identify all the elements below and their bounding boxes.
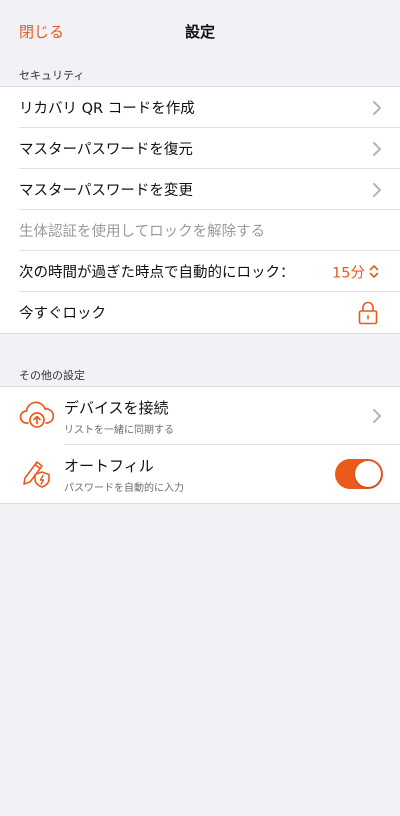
row-label: マスターパスワードを変更 [19,183,193,199]
autofill-toggle[interactable] [335,459,383,489]
row-title: オートフィル [64,457,154,475]
chevron-right-icon [373,100,381,115]
chevron-right-icon [373,409,381,423]
row-label: 生体認証を使用してロックを解除する [19,224,266,240]
row-label: 次の時間が過ぎた時点で自動的にロック： [19,265,295,281]
auto-lock-value-text: 15分 [332,265,365,281]
pencil-shield-icon [23,461,50,488]
navigation-bar: 閉じる 設定 [0,0,400,60]
row-subtitle: リストを一緒に同期する [64,425,174,436]
row-label: 今すぐロック [19,306,106,322]
chevron-right-icon [373,182,381,197]
auto-lock-value[interactable]: 15分 [332,261,379,282]
cloud-sync-icon [19,401,55,428]
biometric-unlock-row: 生体認証を使用してロックを解除する [0,210,400,251]
section-header-security: セキュリティ [19,69,85,82]
autofill-row: オートフィル パスワードを自動的に入力 [0,445,400,503]
section-header-other: その他の設定 [19,369,85,382]
lock-icon [358,301,378,324]
restore-master-password-row[interactable]: マスターパスワードを復元 [0,128,400,169]
change-master-password-row[interactable]: マスターパスワードを変更 [0,169,400,210]
auto-lock-row[interactable]: 次の時間が過ぎた時点で自動的にロック： 15分 [0,251,400,292]
connect-device-row[interactable]: デバイスを接続 リストを一緒に同期する [0,387,400,445]
row-label: マスターパスワードを復元 [19,142,193,158]
row-subtitle: パスワードを自動的に入力 [64,483,184,494]
chevron-right-icon [373,141,381,156]
security-group: リカバリ QR コードを作成 マスターパスワードを復元 マスターパスワードを変更… [0,86,400,334]
chevron-updown-icon [369,265,379,278]
create-recovery-qr-row[interactable]: リカバリ QR コードを作成 [0,87,400,128]
lock-now-row[interactable]: 今すぐロック [0,292,400,333]
settings-screen: 閉じる 設定 セキュリティ リカバリ QR コードを作成 マスターパスワードを復… [0,0,400,816]
other-settings-group: デバイスを接続 リストを一緒に同期する オートフィル パスワードを自動的に入力 [0,386,400,504]
toggle-knob [355,461,381,487]
row-title: デバイスを接続 [64,399,169,417]
row-label: リカバリ QR コードを作成 [19,101,195,117]
page-title: 設定 [184,23,215,41]
